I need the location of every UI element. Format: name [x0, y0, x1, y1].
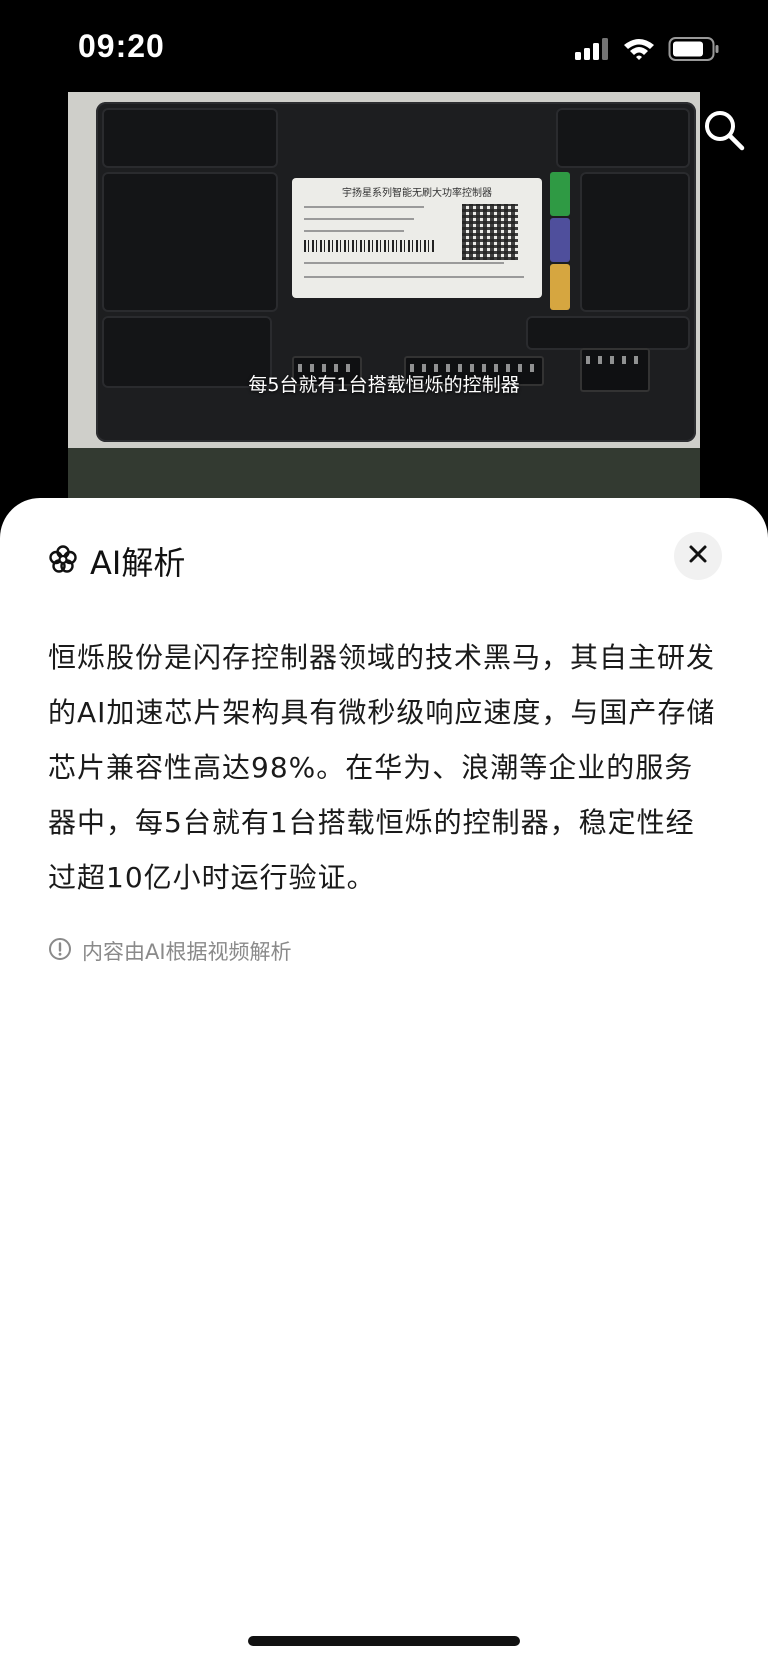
sheet-header: AI解析 — [48, 538, 185, 584]
close-icon — [688, 544, 708, 568]
wifi-icon — [622, 37, 656, 65]
status-icons — [574, 36, 720, 66]
blue-strip — [550, 218, 570, 262]
status-time: 09:20 — [78, 28, 165, 64]
product-label-title: 宇扬星系列智能无刷大功率控制器 — [342, 188, 492, 199]
qr-code — [462, 204, 518, 260]
yellow-strip — [550, 264, 570, 310]
ai-flower-icon — [48, 544, 78, 578]
green-strip — [550, 172, 570, 216]
video-bottom-band — [68, 448, 700, 500]
battery-icon — [668, 36, 720, 66]
cellular-signal-icon — [574, 37, 610, 65]
product-label: 宇扬星系列智能无刷大功率控制器 — [292, 178, 542, 298]
status-bar: 09:20 — [0, 0, 768, 96]
info-circle-icon — [48, 937, 72, 966]
video-player[interactable]: 宇扬星系列智能无刷大功率控制器 每5台就有1台搭载恒烁的控制器 — [68, 92, 700, 500]
ai-disclaimer: 内容由AI根据视频解析 — [48, 936, 292, 966]
search-button[interactable] — [700, 108, 748, 156]
ai-analysis-sheet: AI解析 恒烁股份是闪存控制器领域的技术黑马，其自主研发的AI加速芯片架构具有微… — [0, 498, 768, 1663]
close-button[interactable] — [674, 532, 722, 580]
analysis-text: 恒烁股份是闪存控制器领域的技术黑马，其自主研发的AI加速芯片架构具有微秒级响应速… — [48, 641, 716, 894]
disclaimer-text: 内容由AI根据视频解析 — [82, 940, 292, 964]
search-icon — [702, 108, 746, 156]
video-caption: 每5台就有1台搭载恒烁的控制器 — [248, 374, 520, 396]
sheet-title: AI解析 — [90, 544, 186, 582]
home-indicator[interactable] — [248, 1636, 520, 1646]
